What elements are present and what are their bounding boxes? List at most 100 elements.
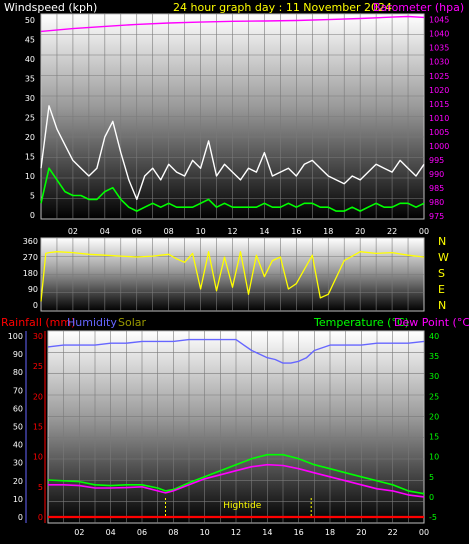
humidity-tick-label: 40 (13, 441, 23, 450)
compass-tick-label: W (438, 251, 449, 264)
barometer-tick-label: 1005 (429, 128, 449, 137)
barometer-tick-label: 1025 (429, 72, 449, 81)
barometer-axis: 975 980 985 990 995 1000 1005 1010 1015 1020 1025 1… (429, 16, 449, 222)
time-tick-label: 14 (262, 528, 272, 537)
time-tick-label: 18 (323, 227, 333, 236)
humidity-tick-label: 10 (13, 495, 23, 504)
temperature-tick-label: 25 (429, 392, 439, 401)
humidity-tick-label: 20 (13, 477, 23, 486)
humidity-tick-label: 90 (13, 350, 23, 359)
temperature-tick-label: 0 (429, 493, 434, 502)
humidity-tick-label: 50 (13, 423, 23, 432)
compass-tick-label: N (438, 299, 446, 312)
rainfall-tick-label: 25 (33, 362, 43, 371)
windspeed-tick-label: 50 (25, 16, 35, 25)
barometer-tick-label: 1035 (429, 44, 449, 53)
time-tick-label: 16 (291, 227, 301, 236)
barometer-tick-label: 980 (429, 198, 444, 207)
time-tick-label: 04 (100, 227, 110, 236)
barometer-tick-label: 1020 (429, 86, 449, 95)
barometer-tick-label: 975 (429, 212, 444, 221)
humidity-tick-label: 80 (13, 368, 23, 377)
temperature-tick-label: -5 (429, 513, 437, 522)
direction-tick-label: 90 (28, 285, 38, 294)
windspeed-tick-label: 40 (25, 55, 35, 64)
humidity-label: Humidity (67, 316, 117, 329)
rainfall-tick-label: 15 (33, 423, 43, 432)
rainfall-axis: 0 5 10 15 20 25 30 (33, 332, 43, 522)
direction-tick-label: 270 (23, 253, 38, 262)
direction-tick-label: 180 (23, 269, 38, 278)
barometer-tick-label: 1030 (429, 58, 449, 67)
wind-barometer-panel: 05101520253035404550 9759809859909951000… (25, 13, 449, 236)
solar-label: Solar (118, 316, 147, 329)
dewpoint-label: Dew Point (°C) (394, 316, 469, 329)
temperature-tick-label: 40 (429, 332, 439, 341)
windspeed-tick-label: 35 (25, 75, 35, 84)
windspeed-tick-label: 15 (25, 153, 35, 162)
time-tick-label: 10 (200, 528, 210, 537)
barometer-tick-label: 990 (429, 170, 444, 179)
time-tick-label: 00 (419, 528, 429, 537)
humidity-tick-label: 30 (13, 459, 23, 468)
time-tick-label: 08 (164, 227, 174, 236)
temperature-tick-label: 15 (429, 433, 439, 442)
rainfall-tick-label: 0 (38, 513, 43, 522)
time-tick-label: 14 (259, 227, 269, 236)
time-tick-label: 18 (325, 528, 335, 537)
time-tick-label: 20 (355, 227, 365, 236)
direction-tick-label: 360 (23, 237, 38, 246)
windspeed-tick-label: 30 (25, 94, 35, 103)
windspeed-tick-label: 45 (25, 36, 35, 45)
humidity-tick-label: 0 (18, 513, 23, 522)
compass-tick-label: E (438, 283, 445, 296)
rain-humidity-temperature-panel: 0 10 20 30 40 50 60 70 80 90 100 0 5 10 15 20 25 30 -5 0 5… (8, 330, 439, 537)
panel1-time-axis: 02 04 06 08 10 12 14 16 18 20 22 00 (68, 227, 429, 236)
temperature-tick-label: 35 (429, 352, 439, 361)
barometer-tick-label: 1015 (429, 100, 449, 109)
humidity-tick-label: 60 (13, 404, 23, 413)
windspeed-tick-label: 25 (25, 114, 35, 123)
temperature-axis: -5 0 5 10 15 20 25 30 35 40 (429, 332, 439, 522)
panel3-time-axis: 02 04 06 08 10 12 14 16 18 20 22 00 (74, 528, 429, 537)
direction-tick-label: 0 (33, 301, 38, 310)
rainfall-tick-label: 5 (38, 483, 43, 492)
temperature-tick-label: 10 (429, 453, 439, 462)
compass-axis: NWSEN (438, 235, 449, 312)
temperature-tick-label: 20 (429, 412, 439, 421)
time-tick-label: 00 (419, 227, 429, 236)
time-tick-label: 02 (68, 227, 78, 236)
humidity-axis: 0 10 20 30 40 50 60 70 80 90 100 (8, 332, 23, 522)
compass-tick-label: S (438, 267, 445, 280)
time-tick-label: 22 (387, 227, 397, 236)
time-tick-label: 04 (106, 528, 116, 537)
rainfall-tick-label: 30 (33, 332, 43, 341)
time-tick-label: 22 (388, 528, 398, 537)
wind-direction-panel: 090180270360 NWSEN (23, 235, 449, 312)
direction-degrees-axis: 0 90 180 270 360 (23, 237, 38, 310)
barometer-tick-label: 985 (429, 184, 444, 193)
rainfall-label: Rainfall (mm) (1, 316, 75, 329)
rainfall-tick-label: 10 (33, 453, 43, 462)
windspeed-axis: 0 5 10 15 20 25 30 35 40 45 50 (25, 16, 35, 220)
barometer-tick-label: 1010 (429, 114, 449, 123)
windspeed-tick-label: 5 (30, 192, 35, 201)
barometer-tick-label: 995 (429, 156, 444, 165)
time-tick-label: 06 (137, 528, 147, 537)
time-tick-label: 06 (132, 227, 142, 236)
windspeed-tick-label: 20 (25, 133, 35, 142)
time-tick-label: 12 (227, 227, 237, 236)
temperature-tick-label: 5 (429, 473, 434, 482)
rainfall-tick-label: 20 (33, 392, 43, 401)
hightide-label: Hightide (223, 501, 261, 511)
time-tick-label: 20 (356, 528, 366, 537)
chart-title: 24 hour graph day : 11 November 2024 (173, 1, 392, 14)
windspeed-tick-label: 0 (30, 211, 35, 220)
windspeed-label: Windspeed (kph) (4, 1, 97, 14)
windspeed-tick-label: 10 (25, 172, 35, 181)
barometer-tick-label: 1040 (429, 30, 449, 39)
time-tick-label: 12 (231, 528, 241, 537)
humidity-tick-label: 70 (13, 386, 23, 395)
temperature-tick-label: 30 (429, 372, 439, 381)
barometer-label: Barometer (hpa) (373, 1, 464, 14)
